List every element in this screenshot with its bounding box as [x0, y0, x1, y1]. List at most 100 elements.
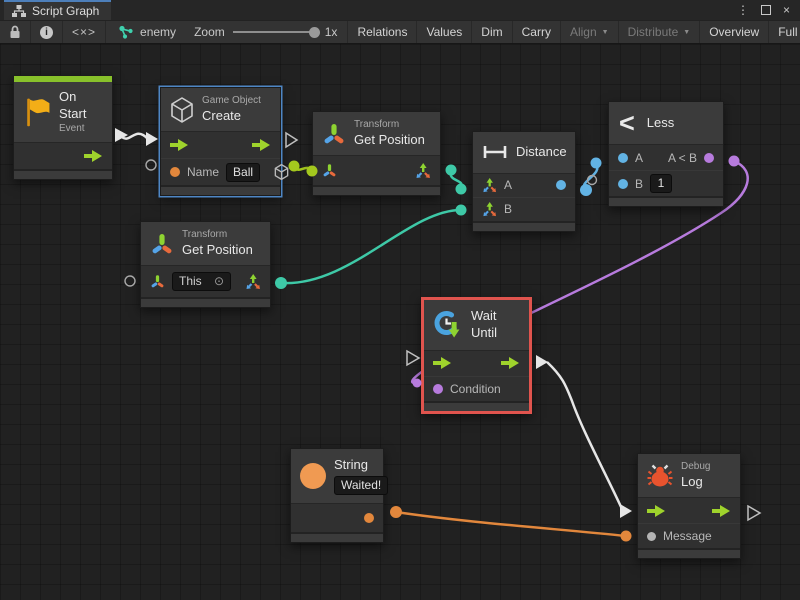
node-less[interactable]: < Less A A < B B 1: [608, 101, 724, 207]
node-wait-until[interactable]: Wait Until Condition: [421, 297, 532, 414]
node-get-position-bottom[interactable]: Transform Get Position This: [140, 221, 271, 308]
node-distance[interactable]: Distance A: [472, 131, 576, 232]
graph-tab-icon: [12, 5, 26, 17]
node-debug-log[interactable]: Debug Log Message: [637, 453, 741, 559]
vector3-output-port[interactable]: [415, 163, 431, 179]
chevron-down-icon: ▼: [683, 29, 690, 36]
message-input-port[interactable]: [647, 532, 656, 541]
name-field[interactable]: Ball: [226, 163, 260, 182]
transform-icon: [322, 122, 346, 146]
node-title: Less: [647, 115, 674, 132]
dim-button[interactable]: Dim: [472, 21, 512, 43]
node-title: Wait Until: [471, 308, 520, 342]
node-title: Distance: [516, 144, 567, 161]
cube-icon: [170, 97, 194, 123]
chevron-down-icon: ▼: [602, 29, 609, 36]
flow-input-port[interactable]: [170, 139, 189, 151]
result-label: A < B: [668, 151, 697, 165]
result-output-port[interactable]: [704, 153, 714, 163]
port-a-label: A: [635, 151, 643, 165]
port-a-label: A: [504, 178, 512, 192]
info-icon: i: [40, 26, 53, 39]
vector3-output-port[interactable]: [245, 274, 261, 290]
info-button[interactable]: i: [31, 21, 63, 43]
zoom-slider-handle[interactable]: [309, 27, 320, 38]
port-b-label: B: [504, 202, 512, 216]
less-icon: <: [619, 110, 635, 136]
code-preview-button[interactable]: <×>: [63, 21, 106, 43]
distance-icon: [482, 144, 508, 160]
flow-output-port[interactable]: [252, 139, 271, 151]
transform-input-port[interactable]: [150, 274, 165, 289]
node-gameobject-create[interactable]: Game Object Create Name Ball: [160, 87, 281, 196]
node-title: Create: [202, 108, 261, 125]
distance-output-port[interactable]: [556, 180, 566, 190]
condition-input-port[interactable]: [433, 384, 443, 394]
values-button[interactable]: Values: [417, 21, 472, 43]
relations-button[interactable]: Relations: [348, 21, 417, 43]
name-port-label: Name: [187, 165, 219, 179]
graph-toolbar: i <×> enemy Zoom 1x Relations Valu: [0, 20, 800, 44]
target-value: This: [179, 274, 202, 289]
tab-script-graph[interactable]: Script Graph: [4, 0, 111, 20]
a-input-port[interactable]: [618, 153, 628, 163]
string-output-port[interactable]: [364, 513, 374, 523]
gameobject-output-port[interactable]: [274, 164, 289, 180]
fullscreen-button[interactable]: Full Screen: [769, 21, 800, 43]
overview-button[interactable]: Overview: [700, 21, 769, 43]
close-icon[interactable]: ×: [783, 3, 790, 17]
flow-output-port[interactable]: [712, 505, 731, 517]
enemy-graph-icon: [118, 25, 134, 39]
maximize-icon[interactable]: [761, 5, 771, 15]
b-value-field[interactable]: 1: [650, 174, 672, 193]
zoom-control: Zoom 1x: [184, 21, 348, 43]
condition-label: Condition: [450, 382, 501, 396]
node-category: Game Object: [202, 95, 261, 108]
lock-button[interactable]: [0, 21, 31, 43]
lock-icon: [9, 25, 21, 39]
flag-icon: [23, 96, 51, 128]
flow-output-port[interactable]: [501, 357, 520, 369]
node-title: Get Position: [354, 132, 425, 149]
vector3-input-port-b[interactable]: [482, 202, 497, 217]
flow-input-port[interactable]: [647, 505, 666, 517]
vector3-input-port-a[interactable]: [482, 178, 497, 193]
unity-script-graph-window: Script Graph ⋮ × i <×>: [0, 0, 800, 600]
distribute-dropdown[interactable]: Distribute▼: [619, 21, 701, 43]
transform-icon: [150, 232, 174, 256]
align-dropdown[interactable]: Align▼: [561, 21, 619, 43]
string-icon: [300, 463, 326, 489]
window-controls: ⋮ ×: [737, 0, 800, 20]
node-title: String: [334, 457, 388, 474]
wait-clock-icon: [433, 309, 463, 341]
node-category: Transform: [354, 119, 425, 132]
name-input-port[interactable]: [170, 167, 180, 177]
node-string-literal[interactable]: String Waited!: [290, 448, 384, 543]
target-field[interactable]: This ⊙: [172, 272, 231, 291]
flow-output-port[interactable]: [84, 150, 103, 162]
node-category: Transform: [182, 229, 253, 242]
zoom-slider[interactable]: [233, 31, 317, 33]
graph-name: enemy: [140, 25, 176, 39]
node-title: On Start: [59, 89, 103, 123]
string-value-field[interactable]: Waited!: [334, 476, 388, 495]
node-title: Get Position: [182, 242, 253, 259]
node-title: Log: [681, 474, 710, 491]
window-menu-icon[interactable]: ⋮: [737, 3, 749, 17]
code-icon: <×>: [72, 25, 96, 39]
target-picker-icon[interactable]: ⊙: [214, 274, 224, 289]
b-input-port[interactable]: [618, 179, 628, 189]
carry-button[interactable]: Carry: [513, 21, 561, 43]
node-subtitle: Event: [59, 123, 103, 136]
node-category: Debug: [681, 461, 710, 474]
title-bar: Script Graph ⋮ ×: [0, 0, 800, 20]
transform-input-port[interactable]: [322, 163, 337, 178]
tab-title: Script Graph: [32, 4, 99, 18]
port-b-label: B: [635, 177, 643, 191]
node-on-start-event[interactable]: On Start Event: [13, 75, 113, 180]
bug-icon: [647, 463, 673, 489]
message-label: Message: [663, 529, 712, 543]
graph-breadcrumb[interactable]: enemy: [106, 21, 184, 43]
flow-input-port[interactable]: [433, 357, 452, 369]
node-get-position-top[interactable]: Transform Get Position: [312, 111, 441, 196]
